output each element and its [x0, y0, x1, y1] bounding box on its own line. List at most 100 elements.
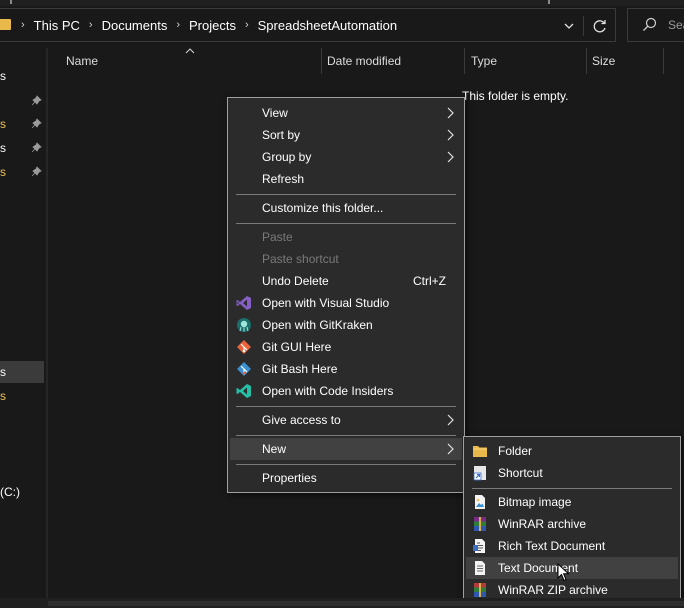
- mouse-cursor-icon: [557, 562, 571, 583]
- breadcrumb-separator: ›: [176, 19, 180, 31]
- chevron-right-icon: [446, 129, 454, 141]
- nav-item-label[interactable]: s: [0, 69, 8, 83]
- menu-item-sort-by[interactable]: Sort by: [230, 124, 462, 146]
- menu-separator: [236, 223, 456, 224]
- menu-item-label: Folder: [498, 444, 533, 458]
- git-bash-icon: [236, 361, 252, 377]
- menu-item-label: WinRAR archive: [498, 517, 587, 531]
- menu-item-git-bash[interactable]: Git Bash Here: [230, 358, 462, 380]
- column-header-type-label: Type: [471, 54, 498, 68]
- nav-item-selected[interactable]: s: [0, 361, 44, 383]
- menu-item-label: Shortcut: [498, 466, 543, 480]
- menu-item-open-gitkraken[interactable]: Open with GitKraken: [230, 314, 462, 336]
- column-divider[interactable]: [586, 48, 587, 74]
- rich-text-document-icon: [472, 538, 488, 554]
- column-header-type[interactable]: Type: [471, 48, 586, 74]
- visual-studio-icon: [236, 295, 252, 311]
- menu-item-label: Refresh: [262, 172, 305, 186]
- bitmap-image-icon: [472, 494, 488, 510]
- column-header-date-label: Date modified: [327, 54, 402, 68]
- menu-item-label: Rich Text Document: [498, 539, 606, 553]
- menu-item-customize-folder[interactable]: Customize this folder...: [230, 197, 462, 219]
- menu-item-label: Git GUI Here: [262, 340, 332, 354]
- menu-item-label: Bitmap image: [498, 495, 572, 509]
- gitkraken-icon: [236, 317, 252, 333]
- nav-item-label[interactable]: s: [0, 117, 8, 131]
- menu-item-git-gui[interactable]: Git GUI Here: [230, 336, 462, 358]
- menu-item-properties[interactable]: Properties: [230, 467, 462, 489]
- pin-icon: [31, 95, 42, 106]
- column-divider[interactable]: [321, 48, 322, 74]
- menu-item-label: WinRAR ZIP archive: [498, 583, 608, 597]
- breadcrumb: › This PC › Documents › Projects › Sprea…: [16, 9, 401, 41]
- menu-item-open-visual-studio[interactable]: Open with Visual Studio: [230, 292, 462, 314]
- new-submenu: Folder Shortcut Bitmap image WinRAR arch…: [463, 436, 681, 604]
- breadcrumb-separator: ›: [21, 19, 25, 31]
- nav-item-label[interactable]: s: [0, 389, 8, 403]
- chevron-right-icon: [446, 414, 454, 426]
- divider: [583, 16, 584, 36]
- menu-separator: [236, 464, 456, 465]
- menu-item-new-winrar[interactable]: WinRAR archive: [466, 513, 678, 535]
- menu-item-paste: Paste: [230, 226, 462, 248]
- folder-icon: [472, 443, 488, 459]
- nav-item-label[interactable]: s: [0, 141, 8, 155]
- breadcrumb-spreadsheetautomation[interactable]: SpreadsheetAutomation: [254, 18, 401, 33]
- column-header-date[interactable]: Date modified: [327, 48, 464, 74]
- winrar-archive-icon: [472, 516, 488, 532]
- menu-item-new-shortcut[interactable]: Shortcut: [466, 462, 678, 484]
- pin-icon: [31, 118, 42, 129]
- menu-item-label: View: [262, 106, 288, 120]
- menu-item-refresh[interactable]: Refresh: [230, 168, 462, 190]
- menu-item-label: Undo Delete: [262, 274, 329, 288]
- breadcrumb-this-pc[interactable]: This PC: [30, 18, 84, 33]
- menu-separator: [236, 406, 456, 407]
- menu-item-label: Group by: [262, 150, 312, 164]
- menu-item-paste-shortcut: Paste shortcut: [230, 248, 462, 270]
- search-box[interactable]: Sea: [627, 8, 684, 42]
- breadcrumb-separator: ›: [244, 19, 249, 31]
- menu-item-give-access[interactable]: Give access to: [230, 409, 462, 431]
- menu-item-new[interactable]: New: [230, 438, 462, 460]
- menu-item-open-code-insiders[interactable]: Open with Code Insiders: [230, 380, 462, 402]
- breadcrumb-projects[interactable]: Projects: [185, 18, 240, 33]
- winrar-zip-icon: [472, 582, 488, 598]
- menu-item-undo-delete[interactable]: Undo Delete Ctrl+Z: [230, 270, 462, 292]
- menu-item-new-folder[interactable]: Folder: [466, 440, 678, 462]
- chevron-right-icon: [446, 443, 454, 455]
- pane-divider[interactable]: [46, 48, 48, 598]
- column-header-name[interactable]: Name: [66, 48, 321, 74]
- menu-item-shortcut: Ctrl+Z: [413, 274, 446, 288]
- column-divider[interactable]: [663, 48, 664, 74]
- nav-item-drive-c[interactable]: (C:): [0, 485, 20, 499]
- column-header-name-label: Name: [66, 54, 99, 68]
- menu-item-label: Customize this folder...: [262, 201, 384, 215]
- search-icon: [642, 17, 658, 33]
- vscode-insiders-icon: [236, 383, 252, 399]
- menu-item-new-text-document[interactable]: Text Document: [466, 557, 678, 579]
- pin-icon: [31, 166, 42, 177]
- nav-item-label[interactable]: s: [0, 165, 8, 179]
- menu-item-label: Open with Visual Studio: [262, 296, 390, 310]
- column-header-size-label: Size: [592, 54, 616, 68]
- breadcrumb-documents[interactable]: Documents: [98, 18, 172, 33]
- search-placeholder: Sea: [668, 18, 684, 32]
- menu-item-group-by[interactable]: Group by: [230, 146, 462, 168]
- menu-item-view[interactable]: View: [230, 102, 462, 124]
- column-header-size[interactable]: Size: [592, 48, 662, 74]
- title-strip: [0, 0, 684, 6]
- menu-item-label: Paste: [262, 230, 293, 244]
- breadcrumb-separator: ›: [88, 19, 93, 31]
- column-divider[interactable]: [464, 48, 465, 74]
- refresh-icon[interactable]: [588, 15, 612, 37]
- shortcut-icon: [472, 465, 488, 481]
- menu-separator: [472, 488, 672, 489]
- context-menu: View Sort by Group by Refresh Customize …: [227, 97, 465, 493]
- menu-item-new-bitmap[interactable]: Bitmap image: [466, 491, 678, 513]
- menu-item-new-rtf[interactable]: Rich Text Document: [466, 535, 678, 557]
- chevron-down-icon[interactable]: [558, 16, 580, 36]
- scrollbar-thumb[interactable]: [48, 601, 684, 606]
- menu-item-label: Paste shortcut: [262, 252, 339, 266]
- menu-separator: [236, 435, 456, 436]
- address-bar[interactable]: › This PC › Documents › Projects › Sprea…: [0, 8, 616, 42]
